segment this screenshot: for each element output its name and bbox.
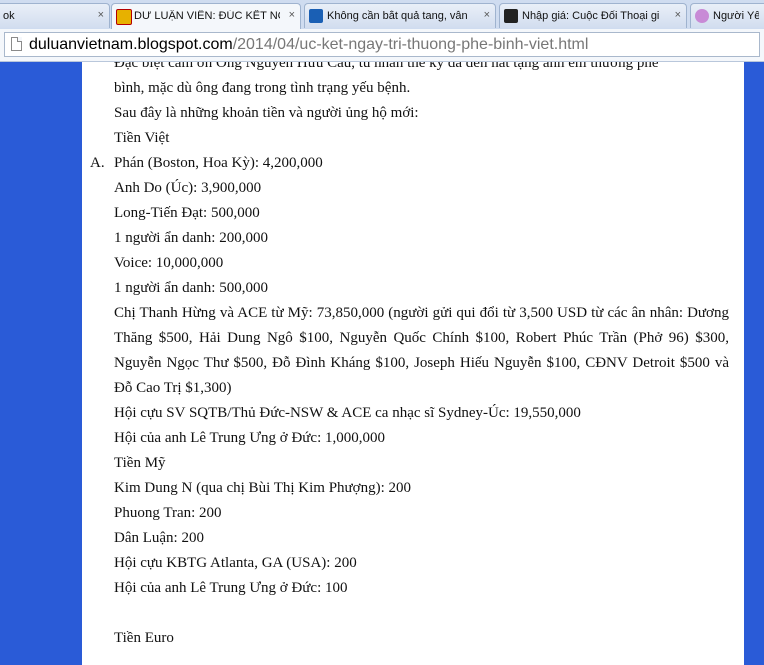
thanks-line-1: Đặc biệt cảm ơn Ông Nguyễn Hữu Cầu, tù n… — [114, 62, 659, 71]
tab-strip: ok × DƯ LUẬN VIÊN: ĐÚC KẾT NG × Không cầ… — [0, 0, 764, 30]
tab-title: Không cần bắt quả tang, vẫn — [327, 10, 468, 22]
tab-title: Nhập giá: Cuộc Đối Thoại gi — [522, 10, 660, 22]
thanks-line-2: bình, mặc dù ông đang trong tình trạng y… — [114, 80, 411, 96]
list-item: Phuong Tran: 200 — [114, 505, 222, 521]
list-item: Long-Tiến Đạt: 500,000 — [114, 205, 260, 221]
big-donation-paragraph: Chị Thanh Hừng và ACE từ Mỹ: 73,850,000 … — [114, 305, 729, 396]
tab-title: ok — [3, 10, 15, 22]
list-item: Hội của anh Lê Trung Ưng ở Đức: 1,000,00… — [114, 430, 386, 446]
tab-duluan-active[interactable]: DƯ LUẬN VIÊN: ĐÚC KẾT NG × — [111, 3, 301, 29]
list-item: Anh Do (Úc): 3,900,000 — [114, 180, 262, 196]
euro-heading: Tiền Euro — [114, 630, 174, 646]
heart-favicon-icon — [695, 9, 709, 23]
list-item: A. Phán (Boston, Hoa Kỳ): 4,200,000 — [90, 151, 729, 176]
list-item: Hội của anh Lê Trung Ưng ở Đức: 100 — [114, 580, 348, 596]
page-icon — [11, 37, 22, 51]
list-item: Voice: 10,000,000 — [114, 255, 224, 271]
tab-title: Người Yêu — [713, 10, 759, 22]
list-item: 1 người ẩn danh: 500,000 — [114, 280, 268, 296]
article-body: Đặc biệt cảm ơn Ông Nguyễn Hữu Cầu, tù n… — [82, 62, 744, 665]
list-item: 1 người ẩn danh: 200,000 — [114, 230, 268, 246]
cross-favicon-icon — [504, 9, 518, 23]
url-domain: duluanvietnam.blogspot.com — [29, 36, 233, 53]
tab-close-icon[interactable]: × — [484, 9, 490, 21]
tab-khong-can[interactable]: Không cần bắt quả tang, vẫn × — [304, 3, 496, 28]
list-marker: A. — [90, 155, 105, 171]
tab-previous[interactable]: ok × — [0, 3, 110, 28]
list-item: Hội cựu SV SQTB/Thủ Đức-NSW & ACE ca nhạ… — [114, 405, 581, 421]
site-favicon-icon — [309, 9, 323, 23]
tab-close-icon[interactable]: × — [675, 9, 681, 21]
tab-nhap-gia[interactable]: Nhập giá: Cuộc Đối Thoại gi × — [499, 3, 687, 28]
url-text[interactable]: duluanvietnam.blogspot.com/2014/04/uc-ke… — [29, 36, 588, 54]
usd-heading: Tiền Mỹ — [114, 455, 166, 471]
donation-text: Phán (Boston, Hoa Kỳ): 4,200,000 — [114, 155, 323, 171]
url-path: /2014/04/uc-ket-ngay-tri-thuong-phe-binh… — [232, 36, 589, 53]
url-field[interactable]: duluanvietnam.blogspot.com/2014/04/uc-ke… — [4, 32, 760, 57]
list-item: Hội cựu KBTG Atlanta, GA (USA): 200 — [114, 555, 357, 571]
intro-line: Sau đây là những khoản tiền và người ủng… — [114, 105, 419, 121]
list-item: Kim Dung N (qua chị Bùi Thị Kim Phượng):… — [114, 480, 412, 496]
tab-close-icon[interactable]: × — [98, 9, 104, 21]
tab-close-icon[interactable]: × — [289, 9, 295, 21]
tab-title: DƯ LUẬN VIÊN: ĐÚC KẾT NG — [134, 10, 280, 22]
vnd-heading: Tiền Việt — [114, 130, 170, 146]
site-logo-icon — [116, 9, 132, 25]
list-item: Dân Luận: 200 — [114, 530, 204, 546]
address-bar: duluanvietnam.blogspot.com/2014/04/uc-ke… — [0, 29, 764, 62]
tab-nguoi-yeu[interactable]: Người Yêu — [690, 3, 764, 28]
